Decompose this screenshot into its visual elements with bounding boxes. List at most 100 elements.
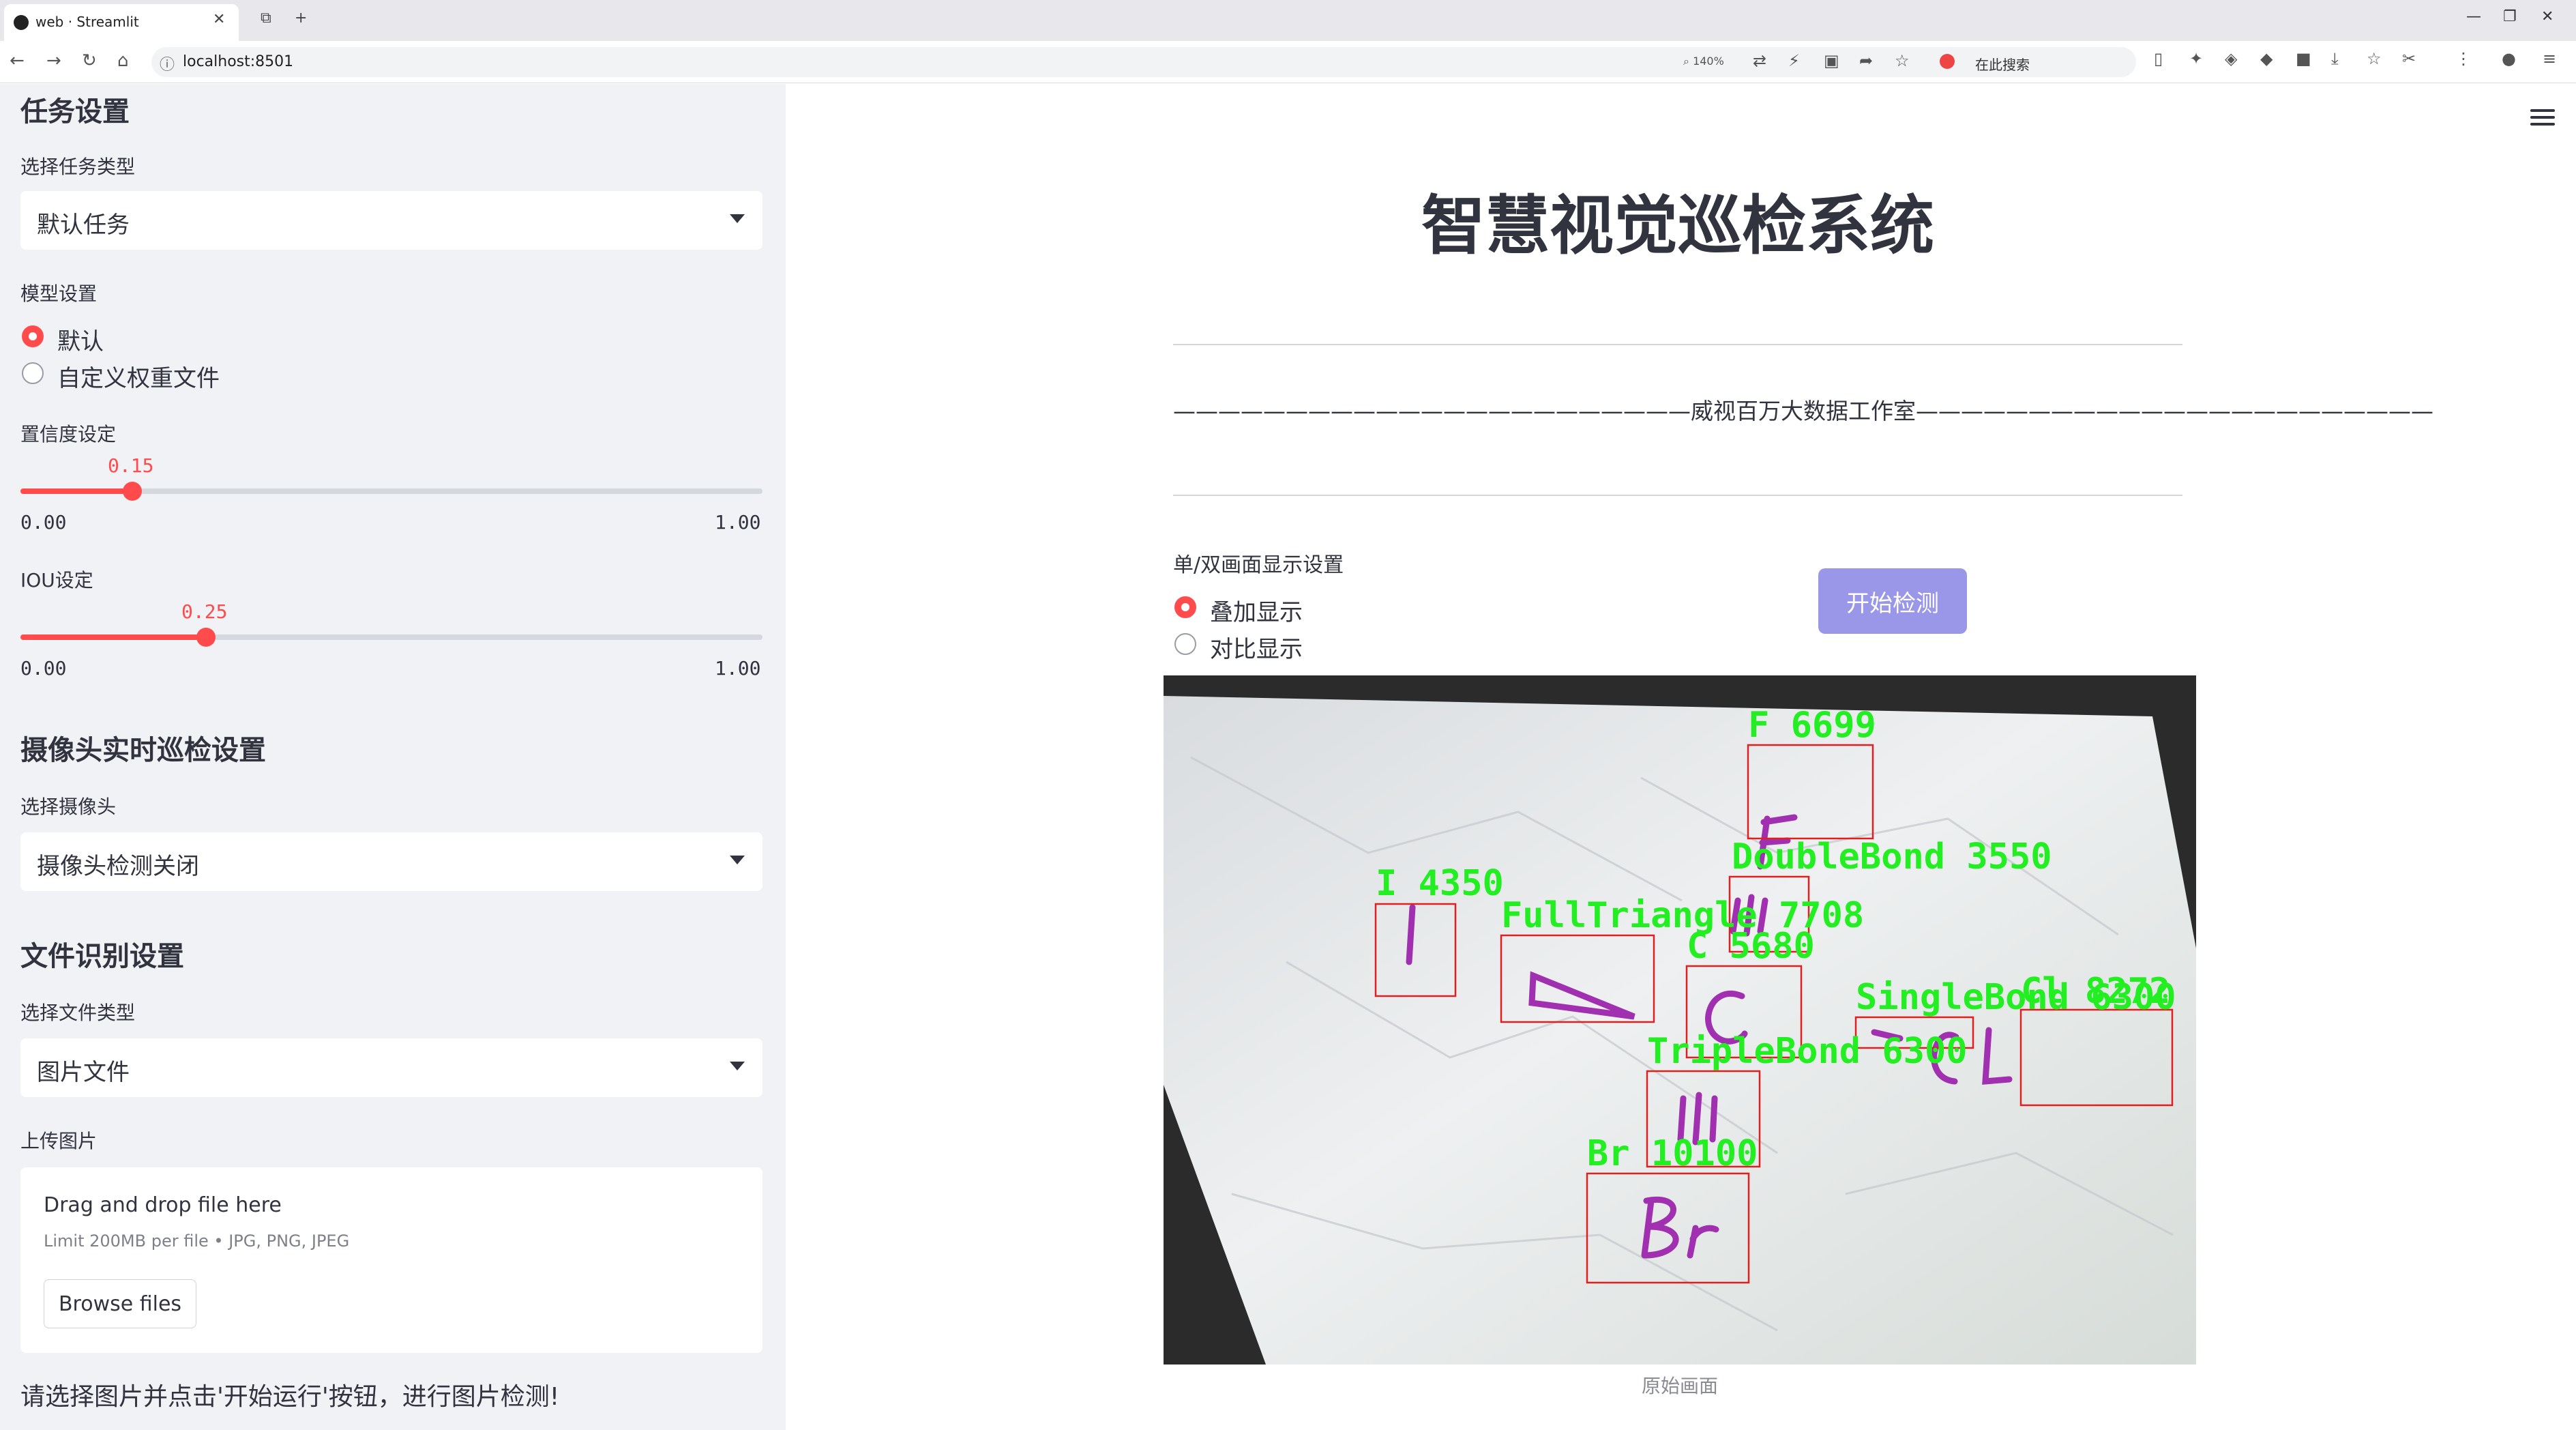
- iou-value: 0.25: [181, 600, 228, 623]
- chevron-down-icon: [730, 214, 745, 223]
- radio-unselected-icon: [22, 362, 44, 384]
- download-icon[interactable]: ⤓: [2331, 49, 2339, 68]
- iou-slider-fill: [20, 634, 206, 640]
- more-menu-icon[interactable]: ⋮: [2455, 49, 2472, 68]
- iou-slider-thumb[interactable]: [196, 628, 216, 647]
- dropzone-limit: Limit 200MB per file • JPG, PNG, JPEG: [44, 1231, 350, 1251]
- camera-select[interactable]: 摄像头检测关闭: [20, 832, 763, 891]
- detection-label: DoubleBond 3550: [1732, 836, 2052, 877]
- lightning-icon[interactable]: ⚡: [1788, 51, 1800, 70]
- detection-label: I 4350: [1376, 863, 1504, 904]
- iou-min: 0.00: [20, 657, 67, 680]
- streamlit-favicon-icon: [14, 15, 29, 30]
- profile-avatar-icon[interactable]: ●: [2502, 49, 2516, 68]
- display-option-label: 叠加显示: [1210, 599, 1303, 626]
- site-info-icon[interactable]: ⓘ: [160, 53, 175, 74]
- close-window-icon[interactable]: ✕: [2541, 8, 2553, 25]
- tab-title: web · Streamlit: [35, 14, 139, 30]
- new-tab-icon[interactable]: +: [295, 10, 307, 27]
- paper-sheet: [1164, 696, 2196, 1365]
- camera-settings-heading: 摄像头实时巡检设置: [20, 735, 266, 766]
- browse-files-button[interactable]: Browse files: [44, 1279, 196, 1328]
- image-caption: 原始画面: [1641, 1375, 1718, 1397]
- reload-icon[interactable]: ↻: [82, 50, 97, 71]
- back-icon[interactable]: ←: [10, 50, 25, 71]
- radio-selected-icon: [22, 325, 44, 347]
- divider-top: [1173, 344, 2182, 345]
- minimize-icon[interactable]: —: [2466, 8, 2481, 25]
- detection-label: TripleBond 6300: [1647, 1031, 1968, 1072]
- camera-select-label: 选择摄像头: [20, 796, 117, 818]
- favorites-icon[interactable]: ☆: [2367, 49, 2382, 68]
- url-text: localhost:8501: [183, 53, 294, 70]
- page-subtitle: ———————————————————————威视百万大数据工作室———————…: [1173, 398, 2433, 424]
- confidence-max: 1.00: [715, 511, 761, 534]
- browser-menu-icon[interactable]: ≡: [2543, 49, 2556, 68]
- camera-select-value: 摄像头检测关闭: [37, 853, 199, 880]
- chevron-down-icon: [730, 1062, 745, 1070]
- close-tab-icon[interactable]: ✕: [213, 11, 225, 28]
- upload-label: 上传图片: [20, 1130, 98, 1152]
- file-dropzone[interactable]: Drag and drop file here Limit 200MB per …: [20, 1167, 763, 1353]
- hamburger-menu-icon[interactable]: [2530, 109, 2555, 126]
- task-type-select[interactable]: 默认任务: [20, 191, 763, 250]
- detection-label: Br 10100: [1587, 1133, 1758, 1174]
- model-option-label: 默认: [57, 328, 104, 355]
- tab-group-icon[interactable]: ⧉: [261, 10, 271, 27]
- detection-image: F 6699 DoubleBond 3550 I 4350 FullTriang…: [1164, 675, 2196, 1365]
- detection-label: F 6699: [1748, 705, 1876, 746]
- extension-icon[interactable]: ✦: [2189, 49, 2203, 68]
- task-type-label: 选择任务类型: [20, 156, 136, 178]
- divider-bottom: [1173, 495, 2182, 496]
- zoom-icon: ⌕: [1683, 55, 1689, 68]
- task-settings-heading: 任务设置: [20, 96, 130, 128]
- search-placeholder: 在此搜索: [1975, 57, 2030, 73]
- url-field[interactable]: ⓘ localhost:8501 ⌕ 140% ⇄ ⚡ ▣ ➦ ☆ 在此搜索: [151, 47, 2136, 77]
- confidence-min: 0.00: [20, 511, 67, 534]
- search-engine-box[interactable]: 在此搜索: [1937, 51, 2135, 73]
- zoom-level: 140%: [1693, 55, 1724, 68]
- file-settings-heading: 文件识别设置: [20, 941, 184, 972]
- chevron-down-icon: [730, 856, 745, 864]
- restore-icon[interactable]: ❐: [2503, 8, 2517, 25]
- file-type-label: 选择文件类型: [20, 1002, 136, 1024]
- iou-label: IOU设定: [20, 569, 93, 592]
- reader-icon[interactable]: ▯: [2154, 49, 2163, 68]
- browser-tab[interactable]: web · Streamlit ✕: [4, 4, 239, 41]
- share-icon[interactable]: ➦: [1859, 51, 1873, 70]
- model-option-label: 自定义权重文件: [57, 365, 220, 392]
- detection-label: C 5680: [1687, 926, 1815, 967]
- iou-max: 1.00: [715, 657, 761, 680]
- iou-slider[interactable]: [20, 628, 763, 647]
- radio-unselected-icon: [1174, 633, 1196, 655]
- model-settings-label: 模型设置: [20, 282, 98, 305]
- detection-label: Cl 8272: [2021, 971, 2170, 1012]
- display-mode-label: 单/双画面显示设置: [1173, 553, 1344, 577]
- search-engine-icon: [1940, 54, 1955, 69]
- extension-2-icon[interactable]: ◈: [2225, 49, 2237, 68]
- detection-image-svg: F 6699 DoubleBond 3550 I 4350 FullTriang…: [1164, 696, 2196, 1365]
- forward-icon[interactable]: →: [46, 50, 61, 71]
- file-type-value: 图片文件: [37, 1059, 130, 1086]
- extension-4-icon[interactable]: ■: [2296, 49, 2311, 68]
- home-icon[interactable]: ⌂: [117, 50, 129, 71]
- bookmark-star-icon[interactable]: ☆: [1895, 51, 1910, 70]
- translate-icon[interactable]: ⇄: [1753, 51, 1766, 70]
- confidence-slider-thumb[interactable]: [123, 482, 142, 501]
- task-type-value: 默认任务: [37, 211, 130, 239]
- sidebar-instruction: 请选择图片并点击'开始运行'按钮，进行图片检测!: [20, 1383, 560, 1411]
- radio-selected-icon: [1174, 596, 1196, 618]
- display-option-label: 对比显示: [1210, 636, 1303, 663]
- extension-3-icon[interactable]: ◆: [2260, 49, 2272, 68]
- confidence-slider-fill: [20, 488, 132, 494]
- confidence-slider[interactable]: [20, 482, 763, 501]
- screenshot-icon[interactable]: ▣: [1824, 51, 1839, 70]
- confidence-label: 置信度设定: [20, 423, 117, 446]
- cut-icon[interactable]: ✂: [2402, 49, 2416, 68]
- start-detection-button[interactable]: 开始检测: [1818, 568, 1967, 634]
- file-type-select[interactable]: 图片文件: [20, 1038, 763, 1097]
- dropzone-title: Drag and drop file here: [44, 1193, 282, 1217]
- address-bar: ← → ↻ ⌂ ⓘ localhost:8501 ⌕ 140% ⇄ ⚡ ▣ ➦ …: [0, 41, 2576, 83]
- page-title: 智慧视觉巡检系统: [1421, 189, 1934, 263]
- zoom-indicator[interactable]: ⌕ 140%: [1683, 55, 1724, 68]
